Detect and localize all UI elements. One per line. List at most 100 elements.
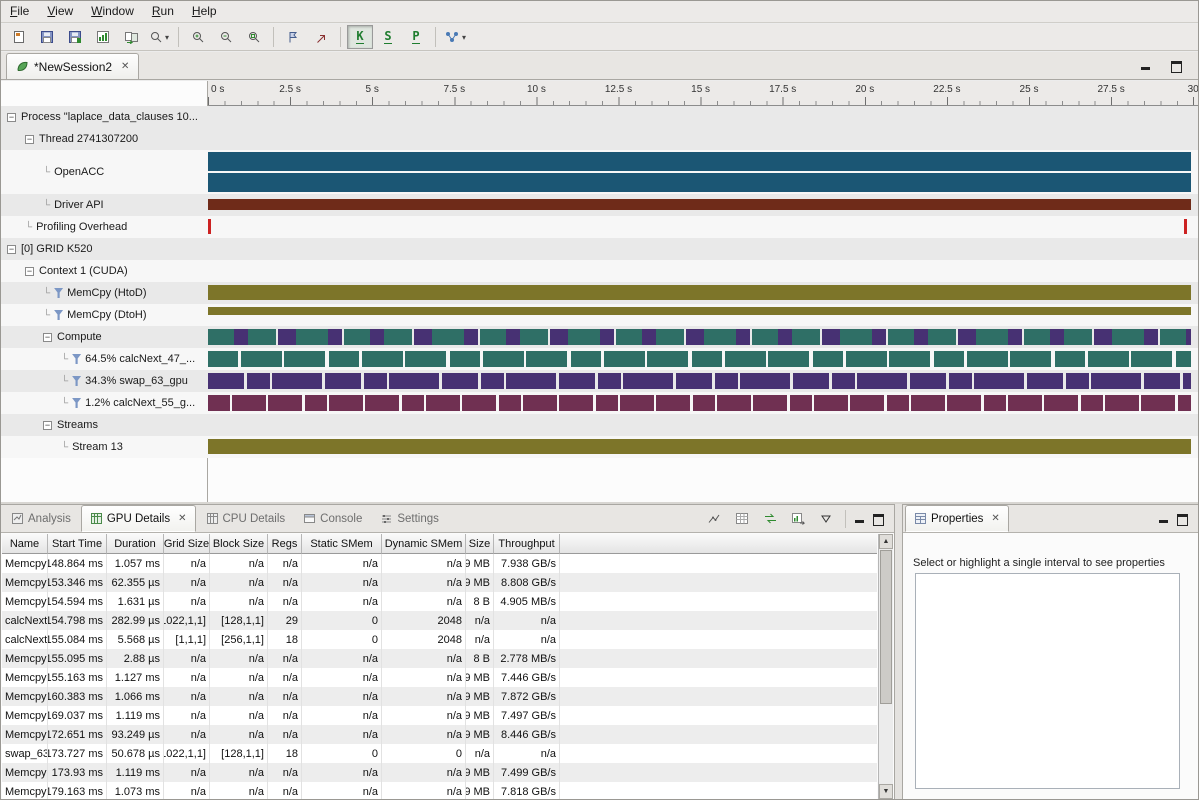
table-row[interactable]: Memcpy160.383 ms1.066 msn/an/an/an/an/a9… [2,687,877,706]
goto-selection-button[interactable] [308,25,334,49]
interval-bar-openacc[interactable] [208,173,1191,192]
minimize-icon[interactable] [1140,60,1152,71]
timeline-row-openacc[interactable]: └OpenACC [1,150,1198,194]
column-header-static-smem[interactable]: Static SMem [302,534,382,554]
timeline-track-kernel-calcnext-55[interactable] [208,392,1191,414]
tab-properties[interactable]: Properties ✕ [905,505,1009,532]
collapse-toggle-icon[interactable]: − [7,113,16,122]
menu-run[interactable]: Run [143,1,183,22]
vertical-splitter[interactable] [895,504,902,799]
export-chart-button[interactable] [787,509,809,529]
tree-cell-process[interactable]: −Process "laplace_data_clauses 10... [1,106,208,128]
group-columns-button[interactable] [731,509,753,529]
timeline-row-context-1[interactable]: −Context 1 (CUDA) [1,260,1198,282]
collapse-toggle-icon[interactable]: − [25,267,34,276]
scrollbar-thumb[interactable] [880,550,892,704]
tree-cell-thread[interactable]: −Thread 2741307200 [1,128,208,150]
table-row[interactable]: Memcpy153.346 ms62.355 µsn/an/an/an/an/a… [2,573,877,592]
table-row[interactable]: Memcpy173.93 ms1.119 msn/an/an/an/an/a9 … [2,763,877,782]
table-row[interactable]: Memcpy148.864 ms1.057 msn/an/an/an/an/a9… [2,554,877,573]
filter-icon[interactable] [54,288,63,298]
tree-cell-kernel-calcnext-55[interactable]: └1.2% calcNext_55_g... [1,392,208,414]
maximize-icon[interactable] [1170,60,1182,71]
minimize-icon[interactable] [1158,513,1170,524]
new-session-button[interactable] [6,25,32,49]
column-header-throughput[interactable]: Throughput [494,534,560,554]
column-header-start-time[interactable]: Start Time [48,534,107,554]
interval-bar-kernel-swap-63[interactable] [208,373,1191,389]
tree-cell-compute[interactable]: −Compute [1,326,208,348]
table-row[interactable]: Memcpy155.095 ms2.88 µsn/an/an/an/an/a8 … [2,649,877,668]
interval-bar-profiling-overhead[interactable] [1184,219,1187,234]
table-row[interactable]: calcNext155.084 ms5.568 µs[1,1,1][256,1,… [2,630,877,649]
timeline-row-thread[interactable]: −Thread 2741307200 [1,128,1198,150]
tree-cell-kernel-swap-63[interactable]: └34.3% swap_63_gpu [1,370,208,392]
timeline-track-kernel-swap-63[interactable] [208,370,1191,392]
tree-cell-stream-13[interactable]: └Stream 13 [1,436,208,458]
timeline-track-compute[interactable] [208,326,1191,348]
tab-settings[interactable]: Settings [372,505,447,532]
tree-cell-grid-k520[interactable]: −[0] GRID K520 [1,238,208,260]
maximize-icon[interactable] [872,513,884,524]
timeline-row-profiling-overhead[interactable]: └Profiling Overhead [1,216,1198,238]
menu-help[interactable]: Help [183,1,226,22]
close-icon[interactable]: ✕ [178,513,186,524]
tab-cpu-details[interactable]: CPU Details [198,505,294,532]
add-marker-button[interactable] [280,25,306,49]
table-row[interactable]: Memcpy154.594 ms1.631 µsn/an/an/an/an/a8… [2,592,877,611]
zoom-tools-dropdown[interactable]: ▾ [146,25,172,49]
save-timeline-button[interactable] [62,25,88,49]
column-header-block-size[interactable]: Block Size [210,534,268,554]
close-icon[interactable]: ✕ [991,513,999,524]
tree-cell-profiling-overhead[interactable]: └Profiling Overhead [1,216,208,238]
tree-cell-memcpy-dtoh[interactable]: └MemCpy (DtoH) [1,304,208,326]
interval-bar-openacc[interactable] [208,152,1191,171]
interval-bar-memcpy-htod[interactable] [208,285,1191,300]
close-icon[interactable]: ✕ [121,61,129,72]
timeline-row-grid-k520[interactable]: −[0] GRID K520 [1,238,1198,260]
zoom-in-button[interactable] [185,25,211,49]
filter-icon[interactable] [54,310,63,320]
menu-window[interactable]: Window [82,1,143,22]
minimize-icon[interactable] [854,513,866,524]
kernel-filter-toggle[interactable]: K [347,25,373,49]
menu-file[interactable]: File [1,1,38,22]
tab-gpu-details[interactable]: GPU Details✕ [81,505,196,532]
trace-view-button[interactable] [703,509,725,529]
collapse-toggle-icon[interactable]: − [25,135,34,144]
zoom-fit-button[interactable] [241,25,267,49]
timeline-track-stream-13[interactable] [208,436,1191,458]
tree-cell-kernel-calcnext-47[interactable]: └64.5% calcNext_47_... [1,348,208,370]
table-row[interactable]: calcNext154.798 ms282.99 µs[1022,1,1][12… [2,611,877,630]
view-menu-button[interactable] [815,509,837,529]
timeline-track-kernel-calcnext-47[interactable] [208,348,1191,370]
timeline-track-memcpy-htod[interactable] [208,282,1191,304]
timeline-row-memcpy-dtoh[interactable]: └MemCpy (DtoH) [1,304,1198,326]
tree-cell-openacc[interactable]: └OpenACC [1,150,208,194]
table-scrollbar[interactable]: ▲ ▼ [878,534,893,799]
tab-analysis[interactable]: Analysis [3,505,79,532]
session-tab[interactable]: *NewSession2 ✕ [6,53,139,79]
timeline-track-driver-api[interactable] [208,194,1191,216]
timeline-row-kernel-calcnext-55[interactable]: └1.2% calcNext_55_g... [1,392,1198,414]
timeline-ruler[interactable]: 0 s2.5 s5 s7.5 s10 s12.5 s15 s17.5 s20 s… [208,81,1198,106]
import-export-button[interactable] [759,509,781,529]
timeline-track-profiling-overhead[interactable] [208,216,1191,238]
column-header-regs[interactable]: Regs [268,534,302,554]
timeline-track-memcpy-dtoh[interactable] [208,304,1191,326]
timeline-row-compute[interactable]: −Compute [1,326,1198,348]
filter-icon[interactable] [72,376,81,386]
interval-bar-kernel-calcnext-55[interactable] [208,395,1191,411]
interval-bar-memcpy-dtoh[interactable] [208,307,1191,315]
timeline-track-openacc[interactable] [208,150,1191,194]
tree-cell-streams[interactable]: −Streams [1,414,208,436]
timeline-track-thread[interactable] [208,128,1191,150]
zoom-out-button[interactable] [213,25,239,49]
menu-view[interactable]: View [38,1,82,22]
tree-cell-driver-api[interactable]: └Driver API [1,194,208,216]
run-analysis-dropdown[interactable]: ▾ [442,25,468,49]
collapse-toggle-icon[interactable]: − [43,333,52,342]
filter-icon[interactable] [72,354,81,364]
timeline-row-memcpy-htod[interactable]: └MemCpy (HtoD) [1,282,1198,304]
timeline-track-process[interactable] [208,106,1191,128]
